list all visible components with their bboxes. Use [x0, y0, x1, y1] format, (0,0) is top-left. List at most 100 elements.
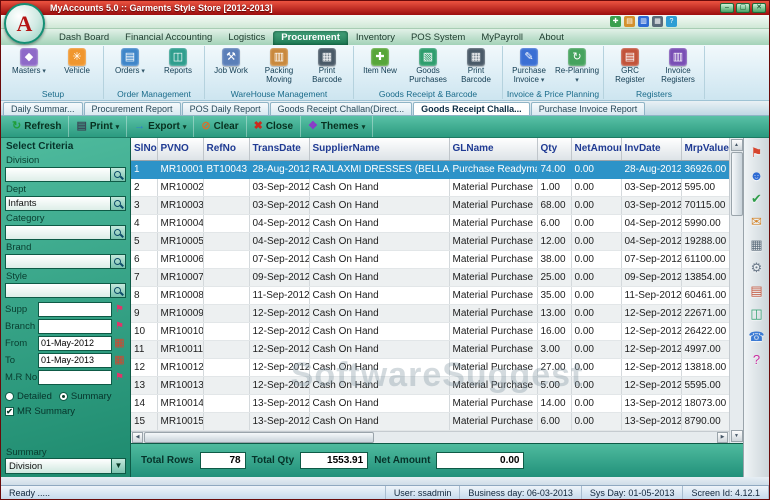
ribbon-button-orders[interactable]: ▤ Orders ▾: [106, 46, 154, 77]
toolbar-button-clear[interactable]: ⊘ Clear: [194, 116, 247, 137]
column-header-pvno[interactable]: PVNO: [157, 138, 204, 161]
table-row[interactable]: 11 MR10011 12-Sep-2012 Cash On Hand Material…: [131, 340, 732, 359]
column-header-glname[interactable]: GLName: [449, 138, 538, 161]
pin-icon[interactable]: ⚑: [751, 146, 763, 159]
checkbox-mr-summary[interactable]: ✔ MR Summary: [5, 406, 126, 417]
doc-tab-procurement-report[interactable]: Procurement Report: [83, 102, 181, 115]
filter-icon[interactable]: ⚑: [113, 372, 126, 383]
table-row[interactable]: 12 MR10012 12-Sep-2012 Cash On Hand Material…: [131, 358, 732, 377]
ribbon-button-job-work[interactable]: ⚒ Job Work: [207, 46, 255, 77]
table-row[interactable]: 8 MR10008 11-Sep-2012 Cash On Hand Material …: [131, 286, 732, 305]
column-header-transdate[interactable]: TransDate: [249, 138, 310, 161]
radio-detailed[interactable]: Detailed: [5, 391, 52, 402]
input-to[interactable]: 01-May-2013: [38, 353, 112, 368]
phone-icon[interactable]: ☎: [748, 330, 764, 343]
toolbar-button-close[interactable]: ✖ Close: [247, 116, 302, 137]
scroll-down-arrow-icon[interactable]: ▼: [730, 430, 743, 442]
input-from[interactable]: 01-May-2012: [38, 336, 112, 351]
help-icon[interactable]: ?: [753, 353, 760, 366]
table-row[interactable]: 6 MR10006 07-Sep-2012 Cash On Hand Material …: [131, 250, 732, 269]
table-row[interactable]: 7 MR10007 09-Sep-2012 Cash On Hand Material …: [131, 268, 732, 287]
scroll-right-arrow-icon[interactable]: ▶: [717, 432, 728, 443]
table-row[interactable]: 10 MR10010 12-Sep-2012 Cash On Hand Material…: [131, 322, 732, 341]
menu-tab-inventory[interactable]: Inventory: [348, 31, 403, 45]
calendar-icon[interactable]: ▦: [113, 338, 126, 349]
quick-new-icon[interactable]: ✚: [610, 16, 621, 27]
toolbar-button-print[interactable]: ▤ Print ▾: [69, 116, 128, 137]
filter-icon[interactable]: ⚑: [113, 321, 126, 332]
ribbon-button-purchase-invoice[interactable]: ✎ Purchase Invoice ▾: [505, 46, 553, 86]
ribbon-button-print-barcode[interactable]: ▦ Print Barcode: [452, 46, 500, 86]
column-header-slno[interactable]: SlNo: [131, 138, 158, 161]
search-icon[interactable]: [111, 283, 126, 298]
mail-icon[interactable]: ✉: [751, 215, 762, 228]
lookup-input-brand[interactable]: [5, 254, 111, 269]
menu-tab-financial-accounting[interactable]: Financial Accounting: [117, 31, 220, 45]
table-row[interactable]: 2 MR10002 03-Sep-2012 Cash On Hand Material …: [131, 178, 732, 197]
quick-save-icon[interactable]: ▥: [638, 16, 649, 27]
lookup-input-style[interactable]: [5, 283, 111, 298]
ribbon-button-print-barcode[interactable]: ▦ Print Barcode: [303, 46, 351, 86]
calendar-icon[interactable]: ▦: [113, 355, 126, 366]
table-row[interactable]: 13 MR10013 12-Sep-2012 Cash On Hand Material…: [131, 376, 732, 395]
column-header-mrpvalue[interactable]: MrpValue: [681, 138, 732, 161]
ribbon-button-masters[interactable]: ◆ Masters ▾: [5, 46, 53, 77]
column-header-suppliername[interactable]: SupplierName: [309, 138, 450, 161]
scheduler-icon[interactable]: ▤: [750, 284, 762, 297]
menu-tab-pos-system[interactable]: POS System: [403, 31, 473, 45]
menu-tab-dash-board[interactable]: Dash Board: [51, 31, 117, 45]
minimize-button[interactable]: –: [720, 3, 734, 13]
ribbon-button-goods-purchases[interactable]: ▧ Goods Purchases: [404, 46, 452, 86]
ribbon-button-item-new[interactable]: ✚ Item New: [356, 46, 404, 77]
ribbon-button-packing-moving[interactable]: ▥ Packing Moving: [255, 46, 303, 86]
doc-tab-purchase-invoice-report[interactable]: Purchase Invoice Report: [530, 102, 646, 115]
summary-select[interactable]: Division ▼: [5, 458, 126, 474]
table-row[interactable]: 4 MR10004 04-Sep-2012 Cash On Hand Material …: [131, 214, 732, 233]
contacts-icon[interactable]: ☻: [750, 169, 764, 182]
search-icon[interactable]: [111, 225, 126, 240]
doc-tab-pos-daily-report[interactable]: POS Daily Report: [181, 102, 269, 115]
menu-tab-about[interactable]: About: [531, 31, 572, 45]
ribbon-button-grc-register[interactable]: ▤ GRC Register: [606, 46, 654, 86]
lookup-input-category[interactable]: [5, 225, 111, 240]
lookup-input-dept[interactable]: Infants: [5, 196, 111, 211]
input-supp[interactable]: [38, 302, 112, 317]
quick-print-icon[interactable]: ▦: [652, 16, 663, 27]
column-header-qty[interactable]: Qty: [537, 138, 572, 161]
radio-summary[interactable]: Summary: [58, 391, 112, 402]
toolbar-button-themes[interactable]: ❖ Themes ▾: [301, 116, 374, 137]
input-m-r-no[interactable]: [38, 370, 112, 385]
register-icon[interactable]: ◫: [750, 307, 762, 320]
column-header-netamount[interactable]: NetAmount: [571, 138, 622, 161]
horizontal-scrollbar[interactable]: ◀ ▶: [131, 430, 729, 443]
quick-open-icon[interactable]: ▤: [624, 16, 635, 27]
menu-tab-logistics[interactable]: Logistics: [220, 31, 273, 45]
vertical-scrollbar[interactable]: ▲ ▼: [729, 138, 743, 443]
column-header-refno[interactable]: RefNo: [203, 138, 250, 161]
toolbar-button-export[interactable]: → Export ▾: [127, 116, 195, 137]
vertical-scroll-thumb[interactable]: [730, 152, 743, 216]
search-icon[interactable]: [111, 196, 126, 211]
table-row[interactable]: 5 MR10005 04-Sep-2012 Cash On Hand Material …: [131, 232, 732, 251]
table-row[interactable]: 15 MR10015 13-Sep-2012 Cash On Hand Material…: [131, 412, 732, 431]
scroll-up-arrow-icon[interactable]: ▲: [730, 139, 743, 151]
ribbon-button-reports[interactable]: ◫ Reports: [154, 46, 202, 77]
menu-tab-mypayroll[interactable]: MyPayroll: [473, 31, 531, 45]
maximize-button[interactable]: ▢: [736, 3, 750, 13]
column-header-invdate[interactable]: InvDate: [621, 138, 682, 161]
table-row[interactable]: 9 MR10009 12-Sep-2012 Cash On Hand Material …: [131, 304, 732, 323]
ribbon-button-re-planning[interactable]: ↻ Re-Planning ▾: [553, 46, 601, 86]
scroll-left-arrow-icon[interactable]: ◀: [132, 432, 143, 443]
search-icon[interactable]: [111, 254, 126, 269]
doc-tab-daily-summar[interactable]: Daily Summar...: [3, 102, 83, 115]
toolbar-button-refresh[interactable]: ↻ Refresh: [5, 116, 70, 137]
ribbon-button-vehicle[interactable]: ✳ Vehicle: [53, 46, 101, 77]
quick-help-icon[interactable]: ?: [666, 16, 677, 27]
ribbon-button-invoice-registers[interactable]: ▥ Invoice Registers: [654, 46, 702, 86]
horizontal-scroll-thumb[interactable]: [144, 432, 374, 443]
approve-icon[interactable]: ✔: [751, 192, 762, 205]
search-icon[interactable]: [111, 167, 126, 182]
filter-icon[interactable]: ⚑: [113, 304, 126, 315]
input-branch[interactable]: [38, 319, 112, 334]
close-window-button[interactable]: ✕: [752, 3, 766, 13]
